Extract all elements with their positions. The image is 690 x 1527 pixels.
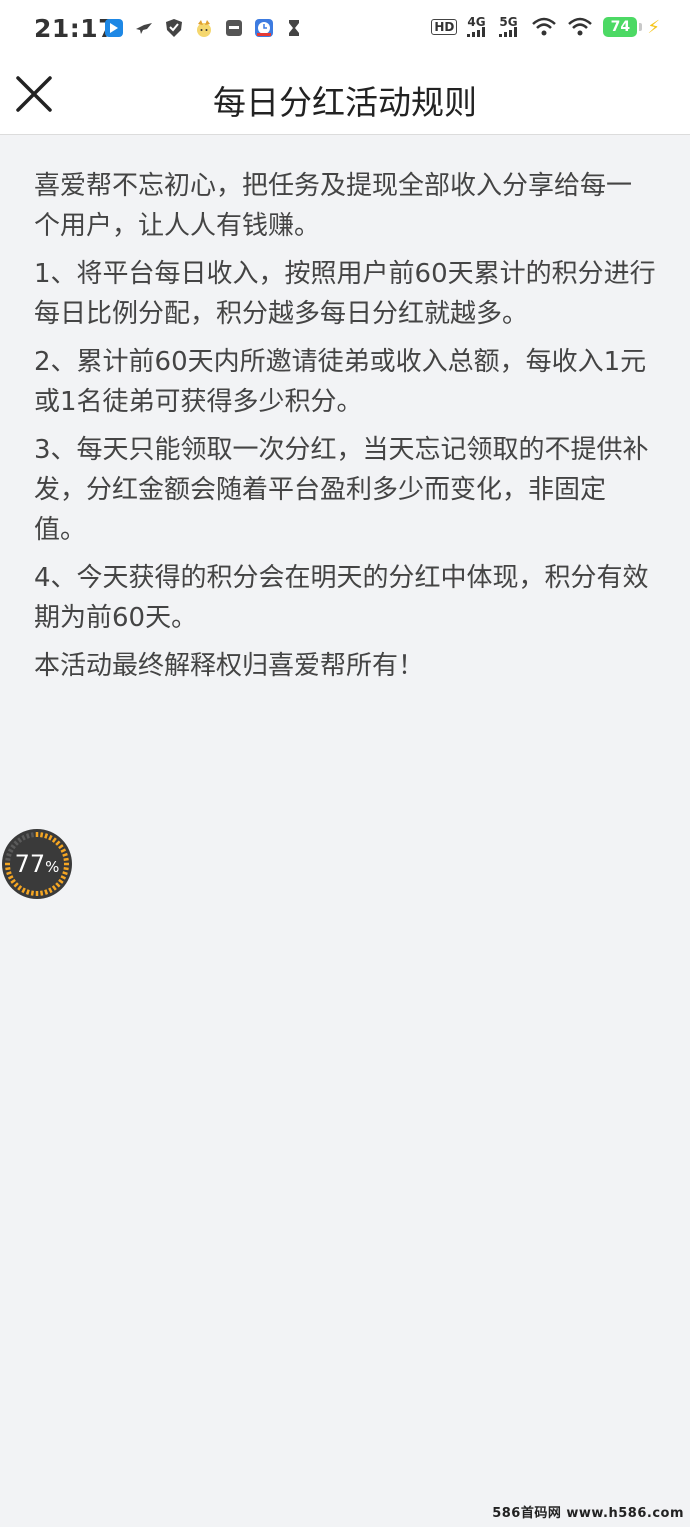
box-icon <box>226 20 242 36</box>
signal-bars-icon <box>467 27 486 37</box>
rules-content: 喜爱帮不忘初心，把任务及提现全部收入分享给每一个用户，让人人有钱赚。 1、将平台… <box>34 166 656 694</box>
wifi-sync-icon <box>532 17 557 36</box>
progress-value: 77 <box>14 850 46 878</box>
battery-indicator: 74 <box>603 17 643 37</box>
page-title: 每日分红活动规则 <box>213 83 477 122</box>
rule-item: 2、累计前60天内所邀请徒弟或收入总额，每收入1元或1名徒弟可获得多少积分。 <box>34 347 647 417</box>
shield-icon <box>166 19 182 37</box>
network-5g-indicator: 5G <box>499 16 521 37</box>
cat-icon <box>197 20 211 37</box>
rule-item: 3、每天只能领取一次分红，当天忘记领取的不提供补发，分红金额会随着平台盈利多少而… <box>34 435 649 545</box>
watermark: 586首码网 www.h586.com <box>492 1506 684 1521</box>
status-notification-icons <box>104 18 304 38</box>
hourglass-icon <box>289 20 299 36</box>
progress-unit: % <box>45 858 60 876</box>
status-system-icons: HD 4G 5G 74 ⚡ <box>431 16 660 38</box>
network-4g-indicator: 4G <box>467 16 489 37</box>
signal-bars-icon <box>499 27 518 37</box>
hd-indicator: HD <box>431 19 458 35</box>
progress-label: 77% <box>2 829 72 899</box>
rules-intro: 喜爱帮不忘初心，把任务及提现全部收入分享给每一个用户，让人人有钱赚。 <box>34 171 633 241</box>
bird-icon <box>136 23 152 34</box>
rule-item: 1、将平台每日收入，按照用户前60天累计的积分进行每日比例分配，积分越多每日分红… <box>34 259 656 329</box>
status-bar: 21:17 HD 4G 5G 74 ⚡ <box>0 0 690 62</box>
clock-app-icon <box>255 19 273 37</box>
floating-progress-widget[interactable]: 77% <box>2 829 72 899</box>
charging-icon: ⚡ <box>647 16 660 38</box>
rule-item: 4、今天获得的积分会在明天的分红中体现，积分有效期为前60天。 <box>34 563 649 633</box>
signal-app-icon <box>105 19 123 37</box>
nav-bar: 每日分红活动规则 <box>0 62 690 135</box>
rules-footer: 本活动最终解释权归喜爱帮所有！ <box>34 651 425 681</box>
wifi-icon <box>568 17 593 36</box>
